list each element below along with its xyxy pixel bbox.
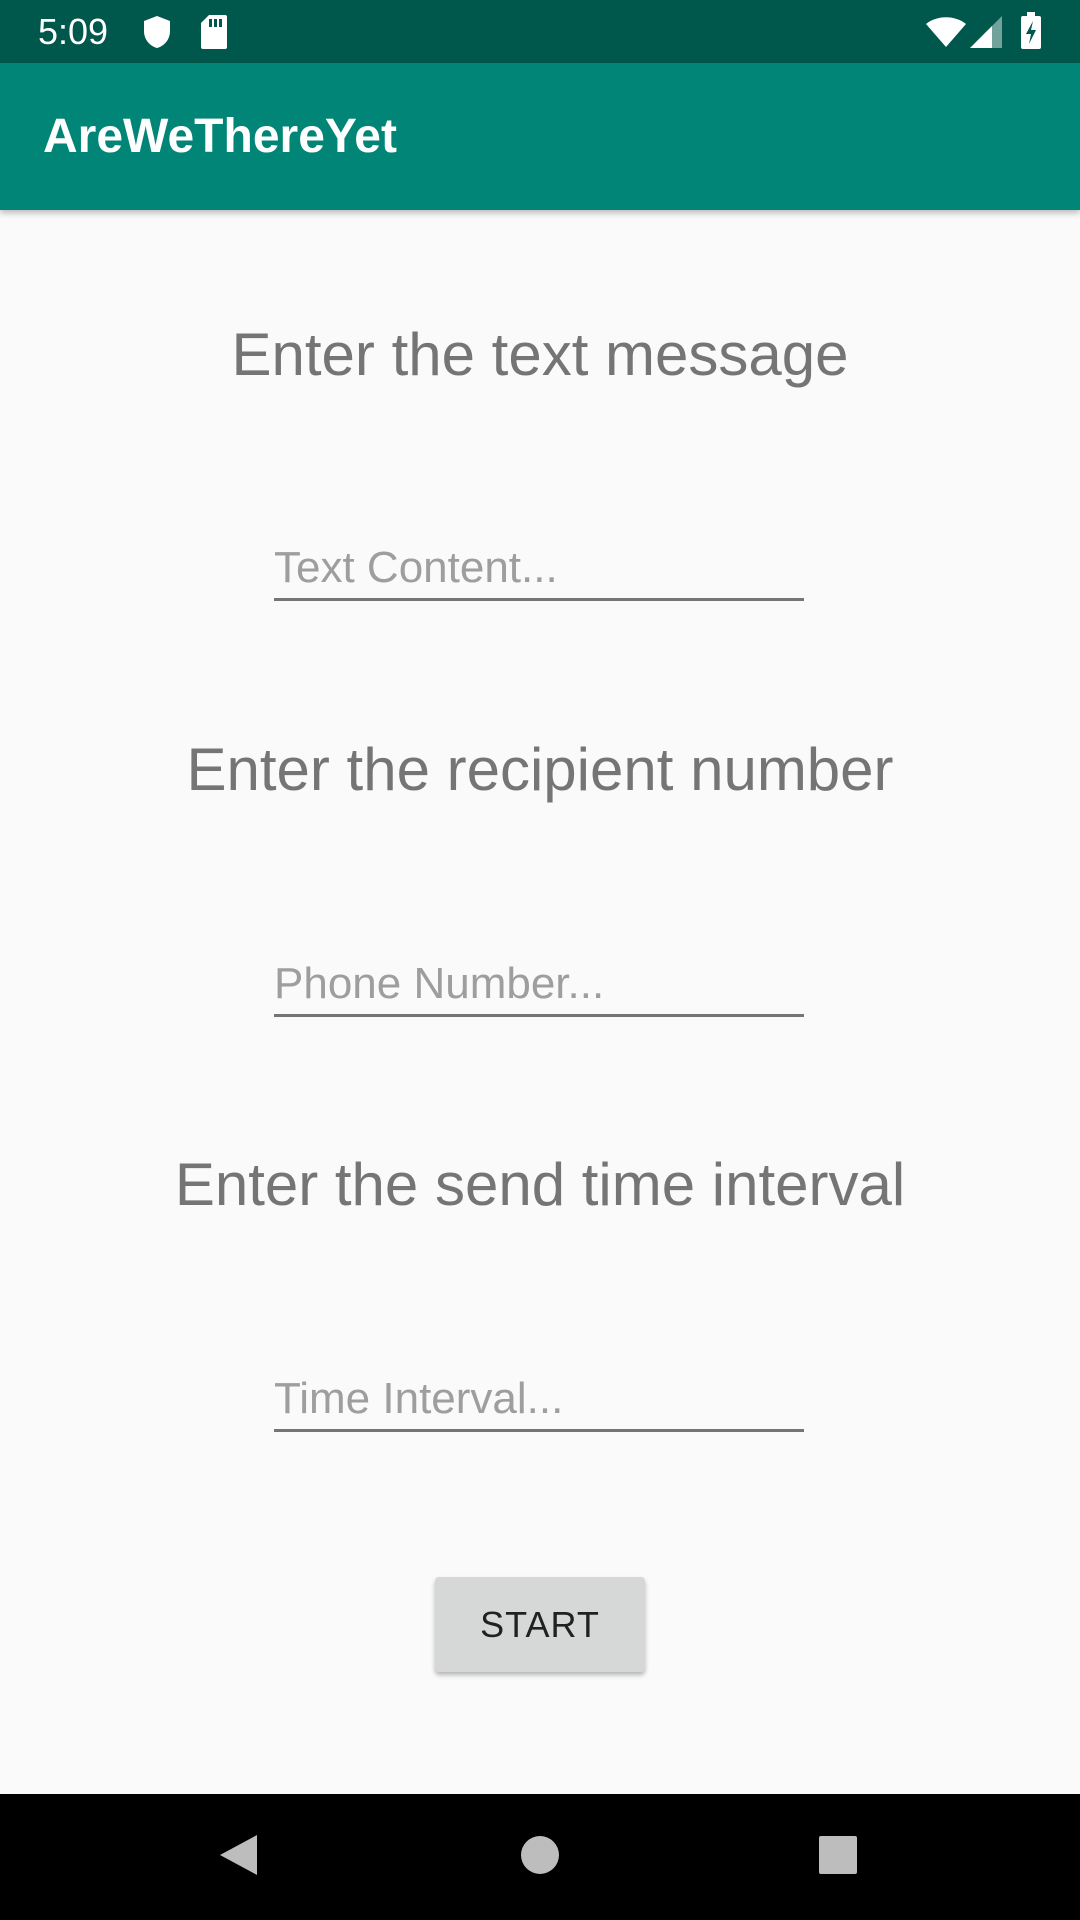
cell-signal-icon: [968, 14, 1004, 55]
status-time: 5:09: [38, 11, 109, 52]
interval-heading: Enter the send time interval: [174, 1151, 906, 1218]
home-button[interactable]: [480, 1794, 600, 1920]
phone-number-input[interactable]: [274, 954, 804, 1017]
text-content-input[interactable]: [274, 538, 804, 601]
message-heading: Enter the text message: [231, 321, 849, 388]
recipient-heading: Enter the recipient number: [186, 736, 894, 803]
back-button[interactable]: [178, 1794, 298, 1920]
battery-charging-icon: [1020, 12, 1042, 55]
recents-icon: [818, 1835, 858, 1880]
home-icon: [520, 1835, 560, 1880]
back-icon: [217, 1832, 259, 1883]
wifi-icon: [925, 16, 967, 53]
shield-icon: [142, 15, 172, 54]
app-title: AreWeThereYet: [43, 110, 397, 163]
recents-button[interactable]: [778, 1794, 898, 1920]
start-button[interactable]: START: [435, 1577, 645, 1672]
nav-bar: [0, 1794, 1080, 1920]
time-interval-input[interactable]: [274, 1369, 804, 1432]
app-bar: AreWeThereYet: [0, 63, 1080, 210]
status-bar: 5:09: [0, 0, 1080, 63]
sd-card-icon: [200, 14, 228, 55]
